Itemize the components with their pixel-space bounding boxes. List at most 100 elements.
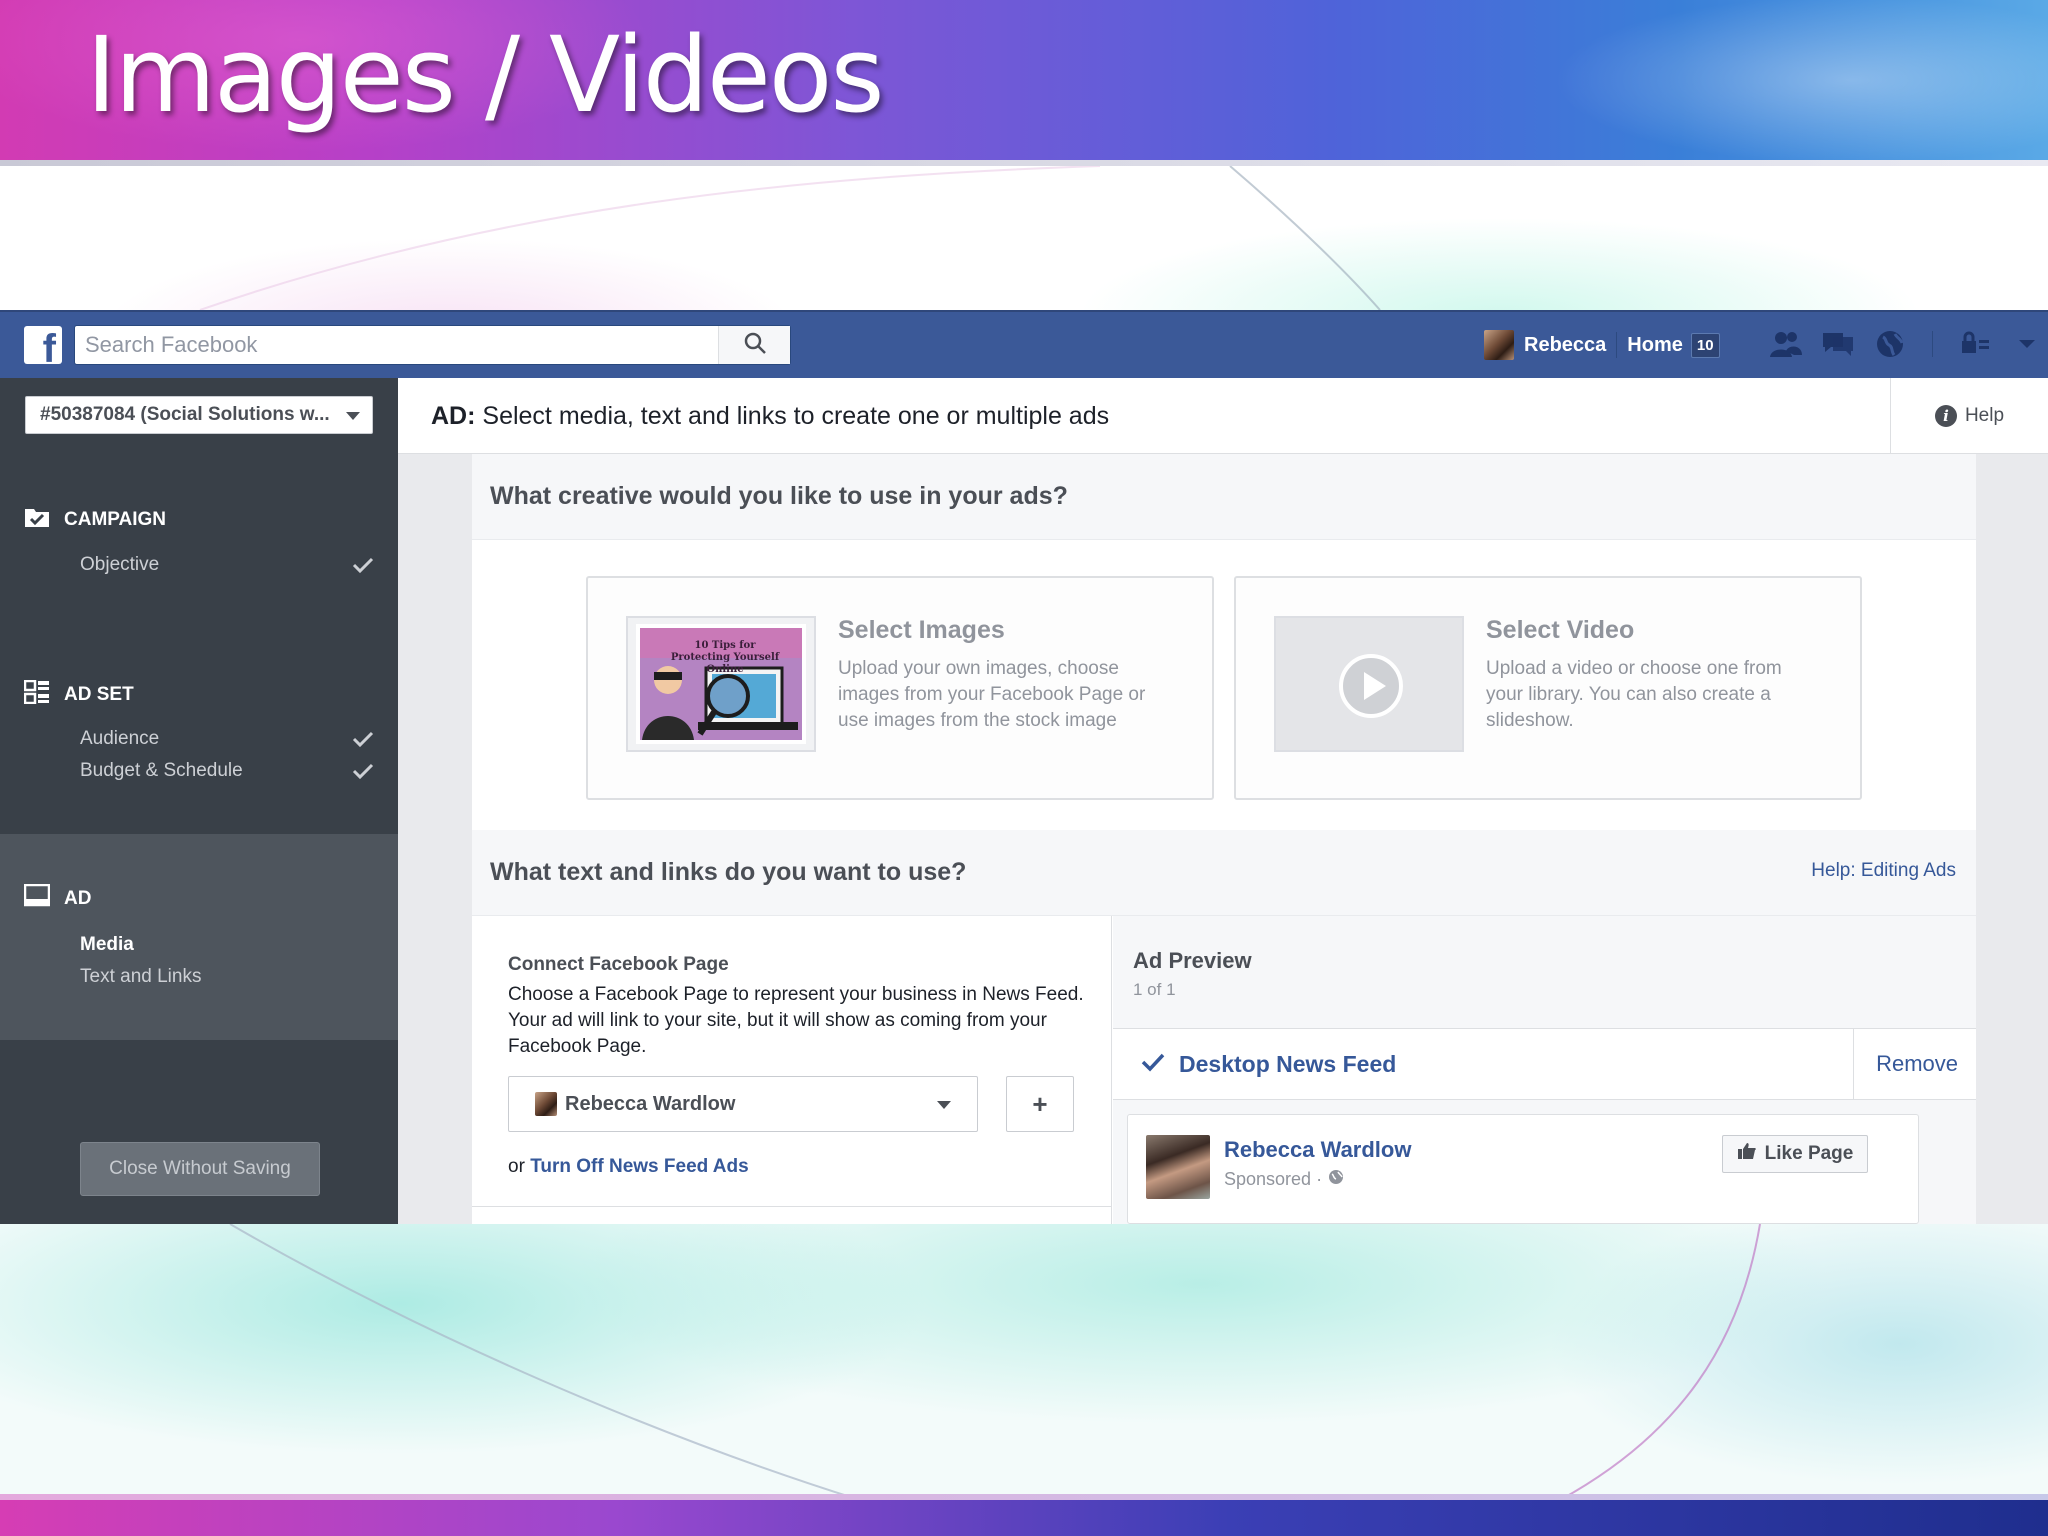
remove-placement-button[interactable]: Remove (1853, 1029, 1976, 1099)
like-page-button[interactable]: Like Page (1722, 1135, 1868, 1173)
divider (472, 1206, 1112, 1207)
sidebar-item-budget-schedule[interactable]: Budget & Schedule (80, 760, 243, 782)
search-input[interactable] (75, 326, 717, 364)
check-icon (1141, 1051, 1165, 1078)
decorative-swoosh (199, 166, 1381, 310)
home-label: Home (1627, 333, 1683, 356)
text-links-section-heading: What text and links do you want to use? … (472, 830, 1976, 916)
ads-sidebar: #50387084 (Social Solutions w... CAMPAIG… (0, 378, 398, 1224)
section-title: What text and links do you want to use? (490, 858, 967, 886)
facebook-page-select[interactable]: Rebecca Wardlow (508, 1076, 978, 1132)
slide-background-bottom (0, 1224, 2048, 1500)
select-video-card[interactable]: Select Video Upload a video or choose on… (1234, 576, 1862, 800)
add-page-button[interactable]: + (1006, 1076, 1074, 1132)
help-label: Help (1964, 405, 2005, 426)
sidebar-item-media[interactable]: Media (80, 934, 134, 956)
sidebar-item-audience[interactable]: Audience (80, 728, 159, 750)
placement-row: Desktop News Feed Remove (1113, 1028, 1976, 1100)
select-images-card[interactable]: 10 Tips for Protecting Yourself Online S… (586, 576, 1214, 800)
placement-desktop-news-feed[interactable]: Desktop News Feed (1141, 1051, 1396, 1078)
ad-set-grid-icon (23, 679, 50, 710)
like-page-label: Like Page (1764, 1143, 1854, 1164)
video-thumbnail (1274, 616, 1464, 752)
creative-section-heading: What creative would you like to use in y… (472, 454, 1976, 540)
home-link[interactable]: Home 10 (1627, 332, 1720, 358)
ad-header-bar: AD: Select media, text and links to crea… (398, 378, 2048, 454)
sidebar-section-ad: AD Media Text and Links (0, 834, 398, 1040)
connect-page-description: Choose a Facebook Page to represent your… (508, 984, 1084, 1057)
thumbnail-caption: 10 Tips for Protecting Yourself Online (670, 640, 780, 675)
ad-account-select[interactable]: #50387084 (Social Solutions w... (25, 396, 373, 434)
globe-icon (1328, 1169, 1344, 1190)
sidebar-section-ad-head[interactable]: AD (23, 883, 92, 914)
profile-name: Rebecca (1524, 333, 1607, 356)
check-icon (352, 556, 374, 579)
slide-background-top (0, 166, 2048, 310)
ad-preview-title: Ad Preview (1133, 948, 1252, 973)
selected-page-name: Rebecca Wardlow (565, 1092, 736, 1115)
slide-title: Images / Videos (86, 14, 885, 136)
divider (1616, 332, 1618, 358)
decorative-swoosh (229, 1224, 1761, 1500)
connect-page-panel: Connect Facebook Page Choose a Facebook … (472, 916, 1112, 1224)
help-editing-ads-link[interactable]: Help: Editing Ads (1811, 860, 1956, 882)
news-feed-post-preview: Rebecca Wardlow Sponsored · Like Page (1127, 1114, 1919, 1224)
select-video-description: Upload a video or choose one from your l… (1486, 658, 1782, 731)
sponsored-text: Sponsored · (1224, 1169, 1323, 1189)
images-illustration (636, 624, 806, 744)
page-title-text: Select media, text and links to create o… (482, 402, 1110, 430)
sidebar-section-label: AD (64, 888, 92, 909)
home-badge: 10 (1690, 332, 1720, 358)
sidebar-item-objective[interactable]: Objective (80, 554, 159, 576)
ad-editor-content: What creative would you like to use in y… (472, 454, 1976, 1224)
facebook-logo-icon[interactable]: f (24, 326, 62, 364)
page-title-prefix: AD: (431, 402, 476, 430)
help-button[interactable]: i Help (1890, 378, 2048, 454)
friend-requests-icon[interactable] (1768, 326, 1804, 362)
search-button[interactable] (718, 326, 790, 364)
placement-label: Desktop News Feed (1179, 1051, 1397, 1077)
section-title: What creative would you like to use in y… (490, 482, 1068, 510)
sidebar-section-label: AD SET (64, 684, 134, 705)
privacy-shortcuts-icon[interactable] (1957, 326, 1993, 362)
ad-preview-panel: Ad Preview 1 of 1 Desktop News Feed Remo… (1113, 916, 1976, 1224)
sidebar-section-ad-set[interactable]: AD SET (23, 679, 134, 710)
search-box (74, 325, 791, 365)
sidebar-item-text-and-links[interactable]: Text and Links (80, 966, 201, 988)
select-images-title: Select Images (838, 616, 1005, 644)
avatar (1484, 330, 1514, 360)
close-without-saving-button[interactable]: Close Without Saving (80, 1142, 320, 1196)
sidebar-section-label: CAMPAIGN (64, 509, 167, 530)
account-menu-chevron-down-icon[interactable] (2009, 326, 2045, 362)
play-icon (1339, 654, 1403, 723)
messages-icon[interactable] (1820, 326, 1856, 362)
or-text: or (508, 1156, 525, 1177)
select-images-description: Upload your own images, choose images fr… (838, 658, 1146, 731)
avatar (535, 1092, 557, 1116)
select-video-title: Select Video (1486, 616, 1635, 644)
slide-bottom-bar (0, 1494, 2048, 1536)
images-thumbnail: 10 Tips for Protecting Yourself Online (626, 616, 816, 752)
ad-account-label: #50387084 (Social Solutions w... (40, 404, 330, 425)
post-page-name[interactable]: Rebecca Wardlow (1224, 1137, 1411, 1163)
turn-off-row: or Turn Off News Feed Ads (508, 1156, 749, 1178)
ad-preview-count: 1 of 1 (1133, 980, 1176, 999)
chevron-down-icon (346, 412, 360, 420)
notifications-globe-icon[interactable] (1872, 326, 1908, 362)
slide-title-banner: Images / Videos (0, 0, 2048, 162)
ad-monitor-icon (23, 883, 51, 914)
profile-link[interactable]: Rebecca Home 10 (1484, 328, 1720, 362)
divider (1932, 331, 1933, 357)
check-icon (352, 730, 374, 753)
page-title: AD: Select media, text and links to crea… (431, 402, 1109, 431)
search-icon (743, 331, 767, 360)
avatar (1146, 1135, 1210, 1199)
check-icon (352, 762, 374, 785)
turn-off-news-feed-ads-link[interactable]: Turn Off News Feed Ads (530, 1156, 749, 1177)
sidebar-section-campaign[interactable]: CAMPAIGN (24, 506, 166, 534)
info-icon: i (1934, 405, 1957, 427)
facebook-top-bar: f Rebecca Home 10 (0, 310, 2048, 378)
notification-jewels (1768, 326, 2045, 362)
sponsored-label: Sponsored · (1224, 1169, 1344, 1190)
connect-page-label: Connect Facebook Page (508, 954, 729, 975)
